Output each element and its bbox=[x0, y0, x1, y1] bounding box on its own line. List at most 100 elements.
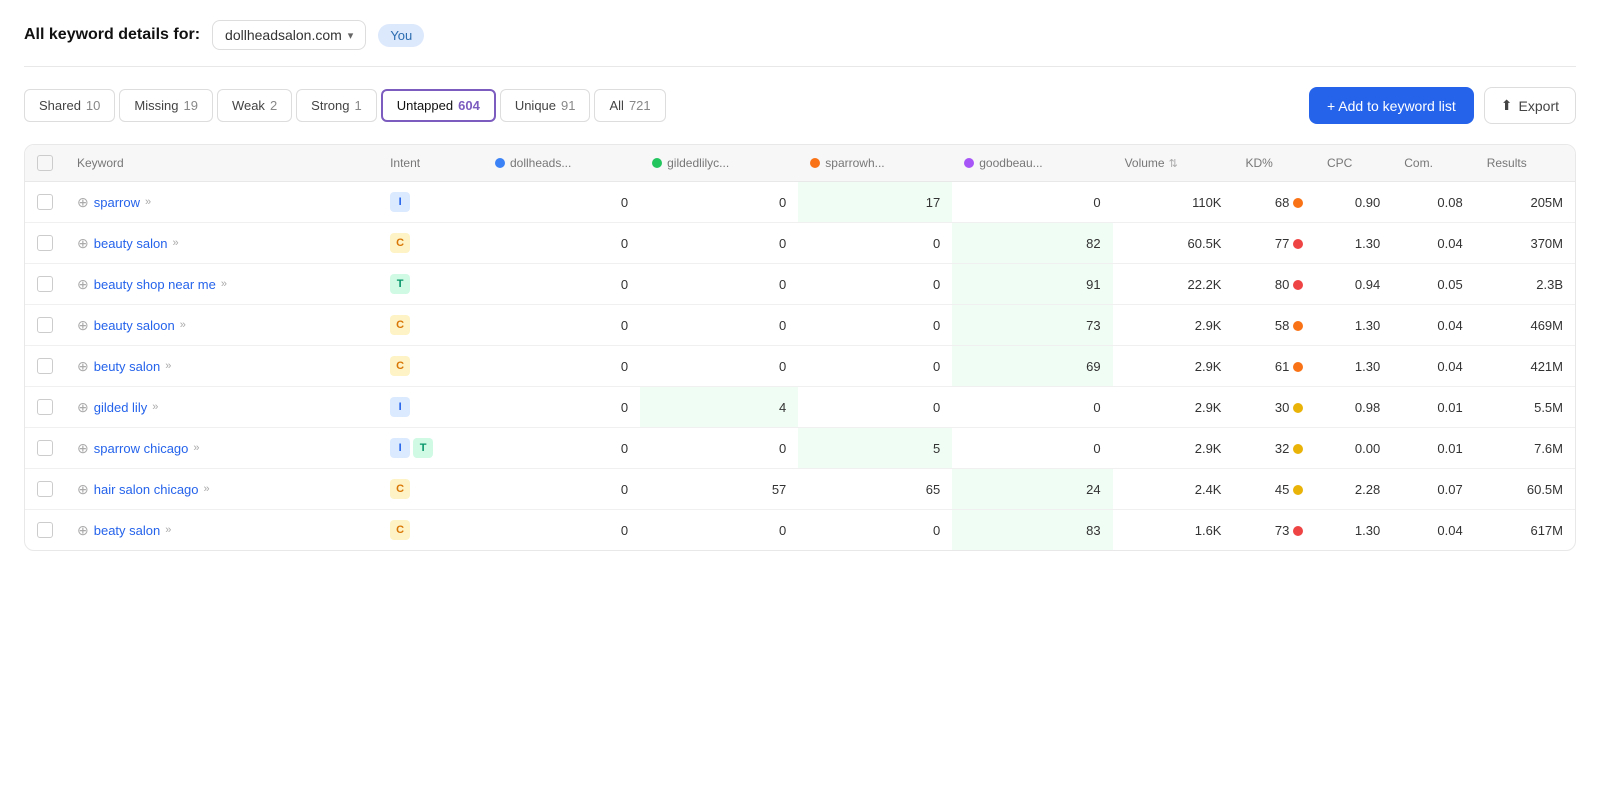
row-checkbox[interactable] bbox=[37, 194, 53, 210]
keyword-table-wrapper: Keyword Intent dollheads... gildedlilyc.… bbox=[24, 144, 1576, 551]
table-row: ⊕ beaty salon » C 0 0 0 83 1.6K 73 1.30 … bbox=[25, 510, 1575, 551]
kd-cell: 30 bbox=[1233, 387, 1315, 428]
intent-badge: I bbox=[390, 438, 410, 458]
row-checkbox[interactable] bbox=[37, 522, 53, 538]
table-row: ⊕ beauty saloon » C 0 0 0 73 2.9K 58 1.3… bbox=[25, 305, 1575, 346]
you-badge: You bbox=[378, 24, 424, 47]
tab-strong[interactable]: Strong 1 bbox=[296, 89, 377, 122]
volume-cell: 2.9K bbox=[1113, 387, 1234, 428]
goodbeau-cell: 73 bbox=[952, 305, 1112, 346]
kd-cell: 61 bbox=[1233, 346, 1315, 387]
expand-icon: » bbox=[221, 278, 227, 290]
goodbeau-cell: 69 bbox=[952, 346, 1112, 387]
dollheads-cell: 0 bbox=[483, 346, 640, 387]
intent-badge: I bbox=[390, 192, 410, 212]
intent-cell: C bbox=[378, 305, 483, 346]
tab-untapped[interactable]: Untapped 604 bbox=[381, 89, 496, 122]
com-cell: 0.04 bbox=[1392, 305, 1474, 346]
keyword-link[interactable]: ⊕ sparrow chicago » bbox=[77, 440, 366, 457]
row-checkbox[interactable] bbox=[37, 358, 53, 374]
row-checkbox[interactable] bbox=[37, 317, 53, 333]
tab-label: Shared bbox=[39, 98, 81, 113]
intent-cell: C bbox=[378, 469, 483, 510]
col-com: Com. bbox=[1392, 145, 1474, 182]
col-sparrowh: sparrowh... bbox=[798, 145, 952, 182]
keyword-link[interactable]: ⊕ hair salon chicago » bbox=[77, 481, 366, 498]
keyword-link[interactable]: ⊕ beauty shop near me » bbox=[77, 276, 366, 293]
expand-icon: » bbox=[204, 483, 210, 495]
plus-circle-icon: ⊕ bbox=[77, 317, 89, 334]
cpc-cell: 0.94 bbox=[1315, 264, 1392, 305]
gildedlily-cell: 0 bbox=[640, 264, 798, 305]
col-sparrowh-label: sparrowh... bbox=[825, 156, 884, 170]
sparrowh-cell: 0 bbox=[798, 223, 952, 264]
tab-unique[interactable]: Unique 91 bbox=[500, 89, 591, 122]
intent-badge: C bbox=[390, 520, 410, 540]
kd-dot bbox=[1293, 403, 1303, 413]
plus-circle-icon: ⊕ bbox=[77, 358, 89, 375]
row-checkbox[interactable] bbox=[37, 481, 53, 497]
results-cell: 2.3B bbox=[1475, 264, 1575, 305]
expand-icon: » bbox=[180, 319, 186, 331]
sparrowh-cell: 5 bbox=[798, 428, 952, 469]
com-cell: 0.05 bbox=[1392, 264, 1474, 305]
add-to-keyword-list-button[interactable]: + Add to keyword list bbox=[1309, 87, 1474, 124]
tab-count: 10 bbox=[86, 98, 100, 113]
table-row: ⊕ beauty salon » C 0 0 0 82 60.5K 77 1.3… bbox=[25, 223, 1575, 264]
intent-cell: C bbox=[378, 510, 483, 551]
tabs-row: Shared 10Missing 19Weak 2Strong 1Untappe… bbox=[24, 87, 1576, 124]
tab-missing[interactable]: Missing 19 bbox=[119, 89, 213, 122]
com-cell: 0.07 bbox=[1392, 469, 1474, 510]
tab-shared[interactable]: Shared 10 bbox=[24, 89, 115, 122]
row-checkbox[interactable] bbox=[37, 440, 53, 456]
sparrowh-cell: 17 bbox=[798, 182, 952, 223]
keyword-link[interactable]: ⊕ gilded lily » bbox=[77, 399, 366, 416]
row-checkbox[interactable] bbox=[37, 276, 53, 292]
col-dollheads: dollheads... bbox=[483, 145, 640, 182]
row-checkbox[interactable] bbox=[37, 399, 53, 415]
export-button[interactable]: ⬆ Export bbox=[1484, 87, 1576, 124]
expand-icon: » bbox=[145, 196, 151, 208]
gildedlily-cell: 0 bbox=[640, 346, 798, 387]
dot-blue-icon bbox=[495, 158, 505, 168]
keyword-link[interactable]: ⊕ beauty salon » bbox=[77, 235, 366, 252]
col-results: Results bbox=[1475, 145, 1575, 182]
keyword-table: Keyword Intent dollheads... gildedlilyc.… bbox=[25, 145, 1575, 550]
volume-cell: 110K bbox=[1113, 182, 1234, 223]
goodbeau-cell: 0 bbox=[952, 182, 1112, 223]
tab-label: All bbox=[609, 98, 623, 113]
sparrowh-cell: 65 bbox=[798, 469, 952, 510]
dot-green-icon bbox=[652, 158, 662, 168]
domain-selector[interactable]: dollheadsalon.com ▾ bbox=[212, 20, 366, 50]
intent-badge: C bbox=[390, 233, 410, 253]
keyword-link[interactable]: ⊕ beauty saloon » bbox=[77, 317, 366, 334]
dollheads-cell: 0 bbox=[483, 182, 640, 223]
keyword-text: beaty salon bbox=[94, 523, 161, 538]
export-icon: ⬆ bbox=[1501, 97, 1513, 114]
volume-cell: 2.4K bbox=[1113, 469, 1234, 510]
tab-all[interactable]: All 721 bbox=[594, 89, 665, 122]
row-checkbox[interactable] bbox=[37, 235, 53, 251]
keyword-link[interactable]: ⊕ beuty salon » bbox=[77, 358, 366, 375]
keyword-text: beauty saloon bbox=[94, 318, 175, 333]
tab-count: 2 bbox=[270, 98, 277, 113]
com-cell: 0.04 bbox=[1392, 346, 1474, 387]
cpc-cell: 2.28 bbox=[1315, 469, 1392, 510]
dollheads-cell: 0 bbox=[483, 223, 640, 264]
dollheads-cell: 0 bbox=[483, 510, 640, 551]
tab-weak[interactable]: Weak 2 bbox=[217, 89, 292, 122]
goodbeau-cell: 0 bbox=[952, 428, 1112, 469]
page-container: All keyword details for: dollheadsalon.c… bbox=[0, 0, 1600, 571]
col-volume[interactable]: Volume ⇅ bbox=[1113, 145, 1234, 182]
select-all-checkbox[interactable] bbox=[37, 155, 53, 171]
sparrowh-cell: 0 bbox=[798, 387, 952, 428]
com-cell: 0.04 bbox=[1392, 223, 1474, 264]
gildedlily-cell: 57 bbox=[640, 469, 798, 510]
tab-label: Untapped bbox=[397, 98, 453, 113]
tab-label: Missing bbox=[134, 98, 178, 113]
keyword-link[interactable]: ⊕ sparrow » bbox=[77, 194, 366, 211]
keyword-link[interactable]: ⊕ beaty salon » bbox=[77, 522, 366, 539]
intent-badge: C bbox=[390, 315, 410, 335]
cpc-cell: 0.90 bbox=[1315, 182, 1392, 223]
goodbeau-cell: 24 bbox=[952, 469, 1112, 510]
